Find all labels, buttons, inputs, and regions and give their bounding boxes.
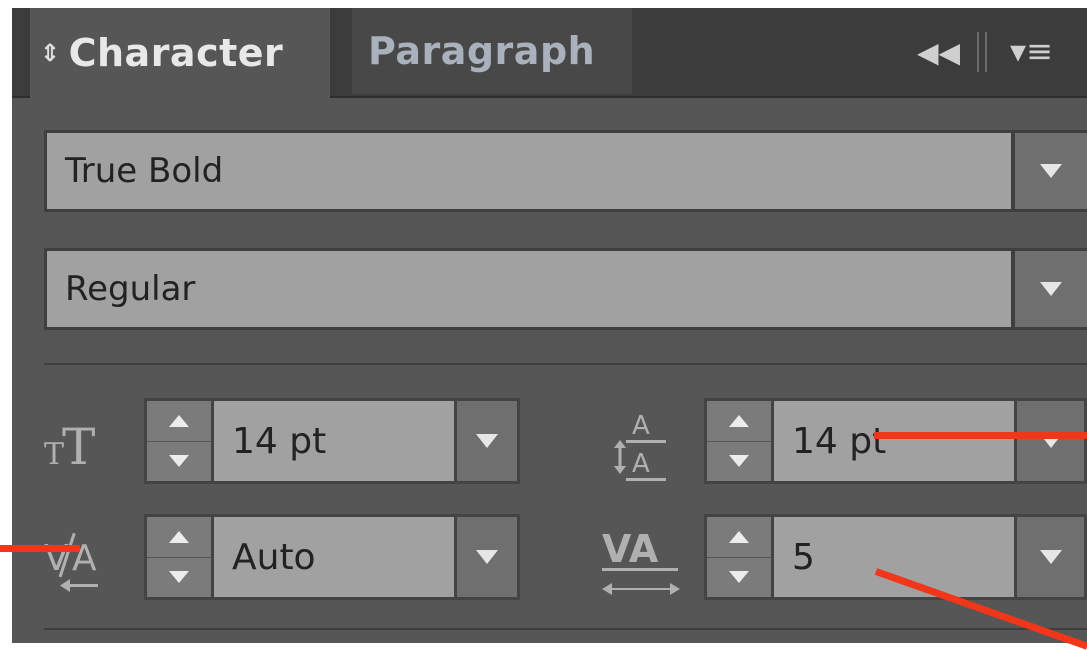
tracking-input[interactable]: 5 — [774, 514, 1018, 600]
svg-text:A: A — [632, 449, 650, 479]
font-size-icon: T T — [42, 412, 104, 478]
svg-text:VA: VA — [602, 527, 659, 571]
double-chevron-left-icon[interactable]: ◀◀ — [917, 36, 960, 69]
font-size-decrement[interactable] — [147, 441, 211, 481]
tracking-icon: VA — [600, 516, 682, 604]
chevron-down-icon — [169, 455, 189, 467]
tab-character-label: Character — [68, 31, 284, 75]
chevron-up-icon — [169, 531, 189, 543]
updown-arrows-icon: ⇕ — [40, 39, 61, 67]
leading-dropdown-button[interactable] — [1014, 398, 1087, 484]
kerning-increment[interactable] — [147, 517, 211, 558]
font-size-stepper[interactable] — [144, 398, 214, 484]
font-style-value: Regular — [65, 269, 196, 309]
tab-character[interactable]: ⇕ Character — [30, 8, 330, 98]
kerning-stepper[interactable] — [144, 514, 214, 600]
tracking-dropdown-button[interactable] — [1014, 514, 1087, 600]
chevron-down-icon — [1040, 164, 1062, 178]
kerning-dropdown-button[interactable] — [454, 514, 520, 600]
svg-text:T: T — [44, 437, 64, 472]
font-family-dropdown[interactable]: True Bold — [44, 130, 1087, 212]
section-divider — [44, 363, 1087, 365]
section-divider-bottom — [44, 628, 1087, 630]
font-size-input[interactable]: 14 pt — [214, 398, 458, 484]
font-style-dropdown-button[interactable] — [1015, 251, 1087, 327]
chevron-up-icon — [729, 415, 749, 427]
chevron-down-icon — [169, 571, 189, 583]
tab-paragraph-label: Paragraph — [368, 29, 596, 73]
panel-menu-icon[interactable]: ▾≡ — [1010, 32, 1053, 70]
leading-increment[interactable] — [707, 401, 771, 442]
font-family-value: True Bold — [65, 151, 224, 191]
svg-text:A: A — [632, 411, 650, 441]
leading-icon: A A — [606, 400, 678, 490]
chevron-down-icon — [476, 434, 498, 448]
tracking-decrement[interactable] — [707, 557, 771, 597]
chevron-up-icon — [169, 415, 189, 427]
tracking-stepper[interactable] — [704, 514, 774, 600]
kerning-value: Auto — [232, 536, 316, 578]
tracking-increment[interactable] — [707, 517, 771, 558]
svg-text:T: T — [62, 418, 95, 474]
leading-value: 14 pt — [792, 420, 887, 462]
kerning-input[interactable]: Auto — [214, 514, 458, 600]
toolbar-separator — [977, 32, 987, 72]
leading-input[interactable]: 14 pt — [774, 398, 1018, 484]
chevron-up-icon — [729, 531, 749, 543]
kerning-icon: V A — [42, 524, 112, 608]
chevron-down-icon — [1039, 550, 1062, 564]
chevron-down-icon — [729, 455, 749, 467]
kerning-decrement[interactable] — [147, 557, 211, 597]
font-size-value: 14 pt — [232, 420, 327, 462]
leading-decrement[interactable] — [707, 441, 771, 481]
character-panel: ⇕ Character Paragraph ◀◀ ▾≡ True Bold Re… — [12, 8, 1087, 643]
font-size-increment[interactable] — [147, 401, 211, 442]
font-style-field[interactable]: Regular — [47, 251, 1011, 327]
tracking-value: 5 — [792, 536, 815, 578]
chevron-down-icon — [729, 571, 749, 583]
tab-paragraph[interactable]: Paragraph — [352, 8, 632, 94]
annotation-line-kerning — [0, 545, 80, 552]
font-style-dropdown[interactable]: Regular — [44, 248, 1087, 330]
font-family-dropdown-button[interactable] — [1015, 133, 1087, 209]
leading-stepper[interactable] — [704, 398, 774, 484]
annotation-line-leading — [874, 432, 1087, 439]
chevron-down-icon — [1040, 282, 1062, 296]
font-family-field[interactable]: True Bold — [47, 133, 1011, 209]
font-size-dropdown-button[interactable] — [454, 398, 520, 484]
chevron-down-icon — [476, 550, 498, 564]
panel-tab-bar: ⇕ Character Paragraph ◀◀ ▾≡ — [12, 8, 1087, 98]
